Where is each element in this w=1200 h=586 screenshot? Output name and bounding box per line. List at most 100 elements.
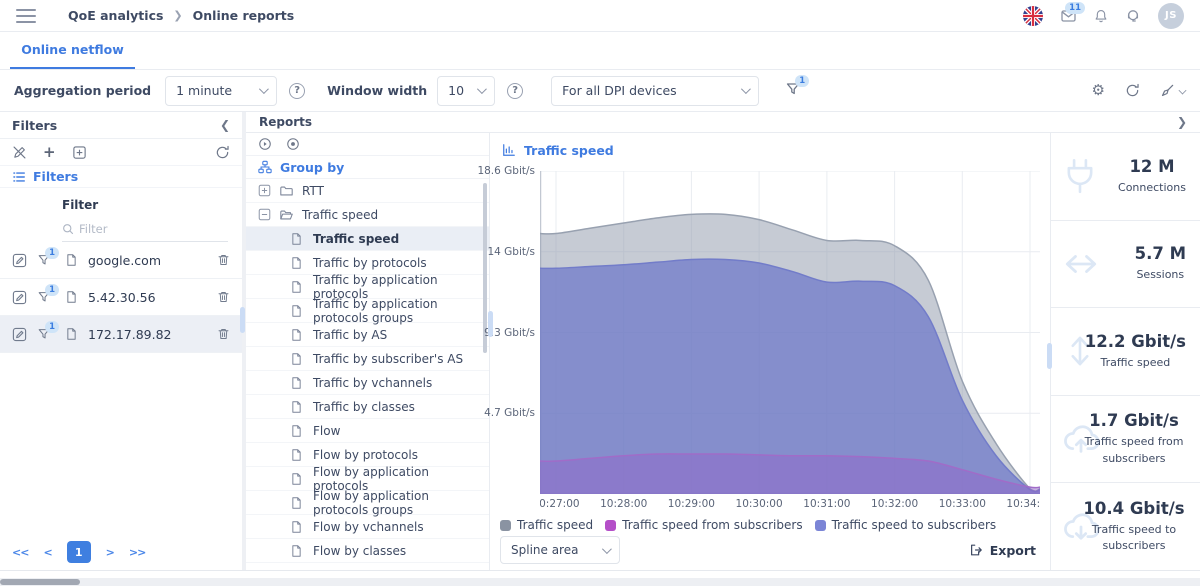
stat-value: 10.4 Gbit/s: [1082, 499, 1186, 518]
row-filter-icon[interactable]: 1: [37, 290, 51, 304]
breadcrumb-qoe-analytics[interactable]: QoE analytics: [68, 8, 163, 23]
collapse-panel-icon[interactable]: ❮: [220, 118, 230, 132]
filters-list-link[interactable]: Filters: [0, 166, 242, 188]
tree-report-label: Traffic by protocols: [313, 256, 427, 270]
refresh-filters-icon[interactable]: [215, 145, 230, 160]
tree-actions: [246, 133, 489, 156]
document-icon: [290, 520, 303, 534]
circle-play-icon[interactable]: [258, 137, 272, 151]
support-icon[interactable]: [1125, 8, 1141, 24]
y-tick-label: 14 Gbit/s: [487, 246, 535, 258]
next-page-button[interactable]: >: [106, 546, 114, 559]
filter-search-input[interactable]: [79, 222, 179, 236]
row-filter-icon[interactable]: 1: [37, 253, 51, 267]
refresh-icon[interactable]: [1125, 83, 1140, 98]
window-width-select[interactable]: 10: [437, 76, 495, 106]
tree-report-label: Traffic by classes: [313, 400, 415, 414]
legend-item[interactable]: Traffic speed to subscribers: [815, 518, 997, 532]
add-filter-icon[interactable]: +: [43, 145, 56, 160]
dpi-devices-select[interactable]: For all DPI devices: [551, 76, 759, 106]
filter-row[interactable]: 1 172.17.89.82: [0, 316, 242, 353]
legend-item[interactable]: Traffic speed from subscribers: [605, 518, 802, 532]
y-tick-label: 4.7 Gbit/s: [484, 407, 535, 419]
chart-panel: Traffic speed 18.6 Gbit/s14 Gbit/s9.3 Gb…: [490, 133, 1050, 570]
expand-box-icon[interactable]: [258, 184, 271, 197]
document-icon: [290, 448, 303, 462]
hamburger-menu-icon[interactable]: [16, 9, 36, 23]
row-filter-icon[interactable]: 1: [37, 327, 51, 341]
x-axis-labels: 10:27:0010:28:0010:29:0010:30:0010:31:00…: [540, 494, 1040, 514]
stat-value: 12.2 Gbit/s: [1085, 332, 1186, 351]
aggregation-period-select[interactable]: 1 minute: [165, 76, 277, 106]
add-filter-group-icon[interactable]: [72, 145, 87, 160]
tree-report[interactable]: Traffic by application protocols groups: [246, 299, 489, 323]
prev-page-button[interactable]: <: [43, 546, 51, 559]
tree-report[interactable]: Traffic by classes: [246, 395, 489, 419]
group-by-link[interactable]: Group by: [246, 156, 489, 179]
collapse-box-icon[interactable]: [258, 208, 271, 221]
tree-folder[interactable]: RTT: [246, 179, 489, 203]
edit-off-icon[interactable]: [12, 145, 27, 160]
language-flag-icon[interactable]: [1023, 6, 1043, 26]
folder-open-icon: [279, 208, 294, 222]
notifications-bell-icon[interactable]: [1094, 8, 1108, 24]
chevron-down-icon: [1179, 87, 1187, 95]
user-avatar[interactable]: JS: [1158, 3, 1184, 29]
filters-panel-title: Filters: [12, 118, 57, 133]
panel-resize-handle[interactable]: [240, 307, 245, 333]
legend-item[interactable]: Traffic speed: [500, 518, 593, 532]
delete-filter-icon[interactable]: [217, 253, 230, 267]
reports-panel-title: Reports: [259, 115, 312, 129]
horizontal-scrollbar-thumb[interactable]: [0, 579, 80, 585]
tree-report[interactable]: Flow: [246, 419, 489, 443]
delete-filter-icon[interactable]: [217, 290, 230, 304]
settings-gear-icon[interactable]: ⚙: [1092, 83, 1105, 98]
chart-type-select[interactable]: Spline area: [500, 536, 620, 564]
stat-value: 12 M: [1118, 157, 1186, 176]
chevron-down-icon: [741, 84, 751, 94]
delete-filter-icon[interactable]: [217, 327, 230, 341]
chart-plot[interactable]: [540, 171, 1040, 494]
export-button[interactable]: Export: [969, 543, 1036, 558]
last-page-button[interactable]: >>: [129, 546, 145, 559]
tree-report[interactable]: Flow by application protocols: [246, 467, 489, 491]
expand-panel-icon[interactable]: ❯: [1177, 115, 1187, 129]
pagination: << < 1 > >>: [12, 541, 145, 563]
tree-report[interactable]: Traffic by application protocols: [246, 275, 489, 299]
tree-report[interactable]: Flow by application protocols groups: [246, 491, 489, 515]
tree-report[interactable]: Traffic by AS: [246, 323, 489, 347]
edit-filter-checkbox[interactable]: [12, 290, 27, 305]
tree-report[interactable]: Traffic by protocols: [246, 251, 489, 275]
x-tick-label: 10:29:00: [668, 498, 715, 510]
aggregation-help-icon[interactable]: ?: [289, 83, 305, 99]
tree-report[interactable]: Flow by classes: [246, 539, 489, 563]
tree-report[interactable]: Flow by protocols: [246, 443, 489, 467]
tree-folder-label: RTT: [302, 184, 324, 198]
document-icon: [290, 256, 303, 270]
mail-icon[interactable]: 11: [1060, 8, 1077, 24]
horizontal-scrollbar[interactable]: [0, 578, 1200, 586]
tree-report[interactable]: Traffic by vchannels: [246, 371, 489, 395]
circle-dot-icon[interactable]: [286, 137, 300, 151]
first-page-button[interactable]: <<: [12, 546, 28, 559]
current-page-button[interactable]: 1: [67, 541, 91, 563]
chart-footer: Spline area Export: [490, 536, 1050, 570]
edit-filter-checkbox[interactable]: [12, 253, 27, 268]
tree-report[interactable]: Traffic speed: [246, 227, 489, 251]
tree-folder[interactable]: Traffic speed: [246, 203, 489, 227]
tree-report[interactable]: Traffic by subscriber's AS: [246, 347, 489, 371]
tree-report-label: Traffic by AS: [313, 328, 387, 342]
toolbar-right-icons: ⚙: [1092, 83, 1186, 98]
filter-row[interactable]: 1 google.com: [0, 242, 242, 279]
panel-resize-handle[interactable]: [488, 311, 493, 337]
filter-row[interactable]: 1 5.42.30.56: [0, 279, 242, 316]
clear-filters-icon[interactable]: [1160, 83, 1186, 98]
document-icon: [290, 544, 303, 558]
edit-filter-checkbox[interactable]: [12, 327, 27, 342]
tree-report[interactable]: Flow by vchannels: [246, 515, 489, 539]
window-help-icon[interactable]: ?: [507, 83, 523, 99]
panel-resize-handle[interactable]: [1047, 343, 1052, 369]
tab-online-netflow[interactable]: Online netflow: [10, 32, 135, 69]
toolbar-filter-icon[interactable]: 1: [785, 81, 801, 100]
row-filter-badge: 1: [45, 247, 59, 259]
